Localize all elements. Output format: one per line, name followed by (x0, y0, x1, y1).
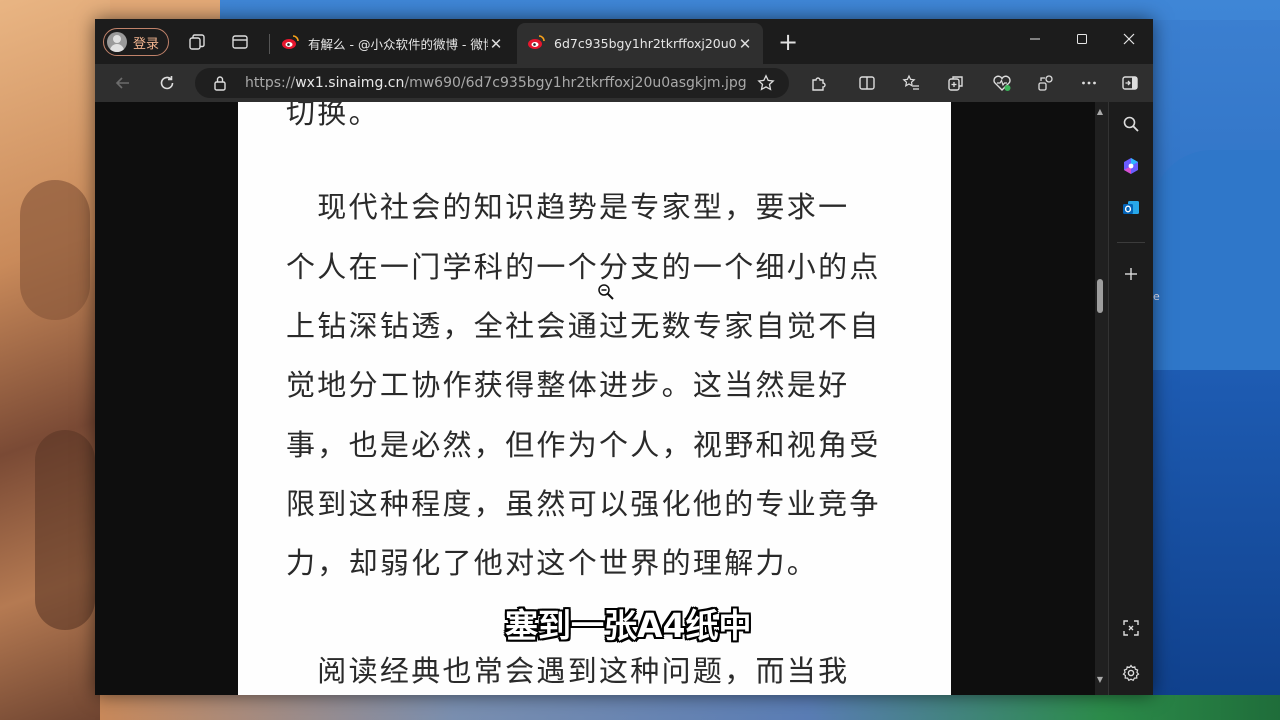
collections-icon[interactable] (940, 67, 972, 99)
refresh-icon[interactable] (151, 67, 183, 99)
profile-label: 登录 (133, 36, 160, 52)
minimize-button[interactable] (1011, 19, 1058, 59)
scroll-thumb[interactable] (1097, 279, 1103, 313)
sidebar-divider (1117, 242, 1145, 243)
search-icon[interactable] (1115, 108, 1147, 140)
browser-essentials-icon[interactable] (986, 67, 1018, 99)
zoom-out-cursor-icon (597, 283, 615, 305)
lock-icon[interactable] (213, 75, 227, 95)
copilot-icon[interactable] (1115, 150, 1147, 182)
sidebar-toggle-icon[interactable] (1114, 67, 1146, 99)
address-bar[interactable]: https://wx1.sinaimg.cn/mw690/6d7c935bgy1… (195, 68, 789, 98)
vertical-scrollbar[interactable]: ▲ ▼ (1095, 102, 1105, 695)
video-subtitle: 塞到一张A4纸中 (505, 606, 752, 645)
favorites-icon[interactable] (895, 67, 927, 99)
profile-button[interactable]: 登录 (103, 28, 169, 56)
tab-separator (269, 34, 270, 54)
settings-gear-icon[interactable] (1115, 657, 1147, 689)
wallpaper-text-fragment: e (1153, 290, 1160, 303)
scroll-up-arrow-icon[interactable]: ▲ (1096, 108, 1104, 116)
avatar-icon (107, 32, 127, 52)
maximize-button[interactable] (1058, 19, 1105, 59)
tab-title: 有解么 - @小众软件的微博 - 微博 (308, 37, 488, 52)
extensions-icon[interactable] (803, 67, 835, 99)
weibo-icon (281, 34, 299, 54)
image-text-line: 觉地分工协作获得整体进步。这当然是好 (286, 368, 850, 402)
split-screen-icon[interactable] (851, 67, 883, 99)
add-icon[interactable] (1115, 258, 1147, 290)
image-text-line: 力，却弱化了他对这个世界的理解力。 (286, 546, 819, 580)
image-text-line: 个人在一门学科的一个分支的一个细小的点 (286, 250, 881, 284)
close-tab-icon[interactable]: ✕ (737, 35, 753, 53)
favorite-star-icon[interactable] (757, 74, 775, 96)
tab-title: 6d7c935bgy1hr2tkrffoxj20u0asgkjm.jpg (554, 36, 737, 51)
weibo-icon (527, 34, 545, 54)
image-text-line: 事，也是必然，但作为个人，视野和视角受 (286, 428, 881, 462)
tab-weibo[interactable]: 有解么 - @小众软件的微博 - 微博 ✕ (271, 23, 514, 64)
url-text[interactable]: https://wx1.sinaimg.cn/mw690/6d7c935bgy1… (245, 75, 747, 91)
new-tab-button[interactable]: + (773, 27, 803, 57)
title-bar: 登录 有解么 - @小众软件的微博 - 微博 ✕ 6d7c935bgy1hr2t… (95, 19, 1153, 64)
performance-icon[interactable] (1030, 67, 1062, 99)
image-text-line: 阅读经典也常会遇到这种问题，而当我 (286, 654, 850, 688)
tab-actions-icon[interactable] (224, 26, 256, 58)
outlook-icon[interactable] (1115, 192, 1147, 224)
close-window-button[interactable] (1105, 19, 1152, 59)
tab-image[interactable]: 6d7c935bgy1hr2tkrffoxj20u0asgkjm.jpg ✕ (517, 23, 763, 64)
image-viewport[interactable]: 切换。 现代社会的知识趋势是专家型，要求一 个人在一门学科的一个分支的一个细小的… (95, 102, 1095, 695)
image-text-line: 上钻深钻透，全社会通过无数专家自觉不自 (286, 309, 881, 343)
back-arrow-icon[interactable] (107, 67, 139, 99)
collections-icon[interactable] (181, 26, 213, 58)
browser-window: 登录 有解么 - @小众软件的微博 - 微博 ✕ 6d7c935bgy1hr2t… (95, 19, 1153, 695)
close-tab-icon[interactable]: ✕ (488, 35, 504, 53)
edge-sidebar (1108, 102, 1153, 695)
navigation-toolbar: https://wx1.sinaimg.cn/mw690/6d7c935bgy1… (95, 64, 1153, 102)
image-text-line: 限到这种程度，虽然可以强化他的专业竞争 (286, 487, 881, 521)
screenshot-icon[interactable] (1115, 612, 1147, 644)
image-text-line: 现代社会的知识趋势是专家型，要求一 (286, 190, 850, 224)
more-options-icon[interactable] (1073, 67, 1105, 99)
scroll-down-arrow-icon[interactable]: ▼ (1096, 676, 1104, 684)
image-text-line: 切换。 (286, 102, 380, 130)
